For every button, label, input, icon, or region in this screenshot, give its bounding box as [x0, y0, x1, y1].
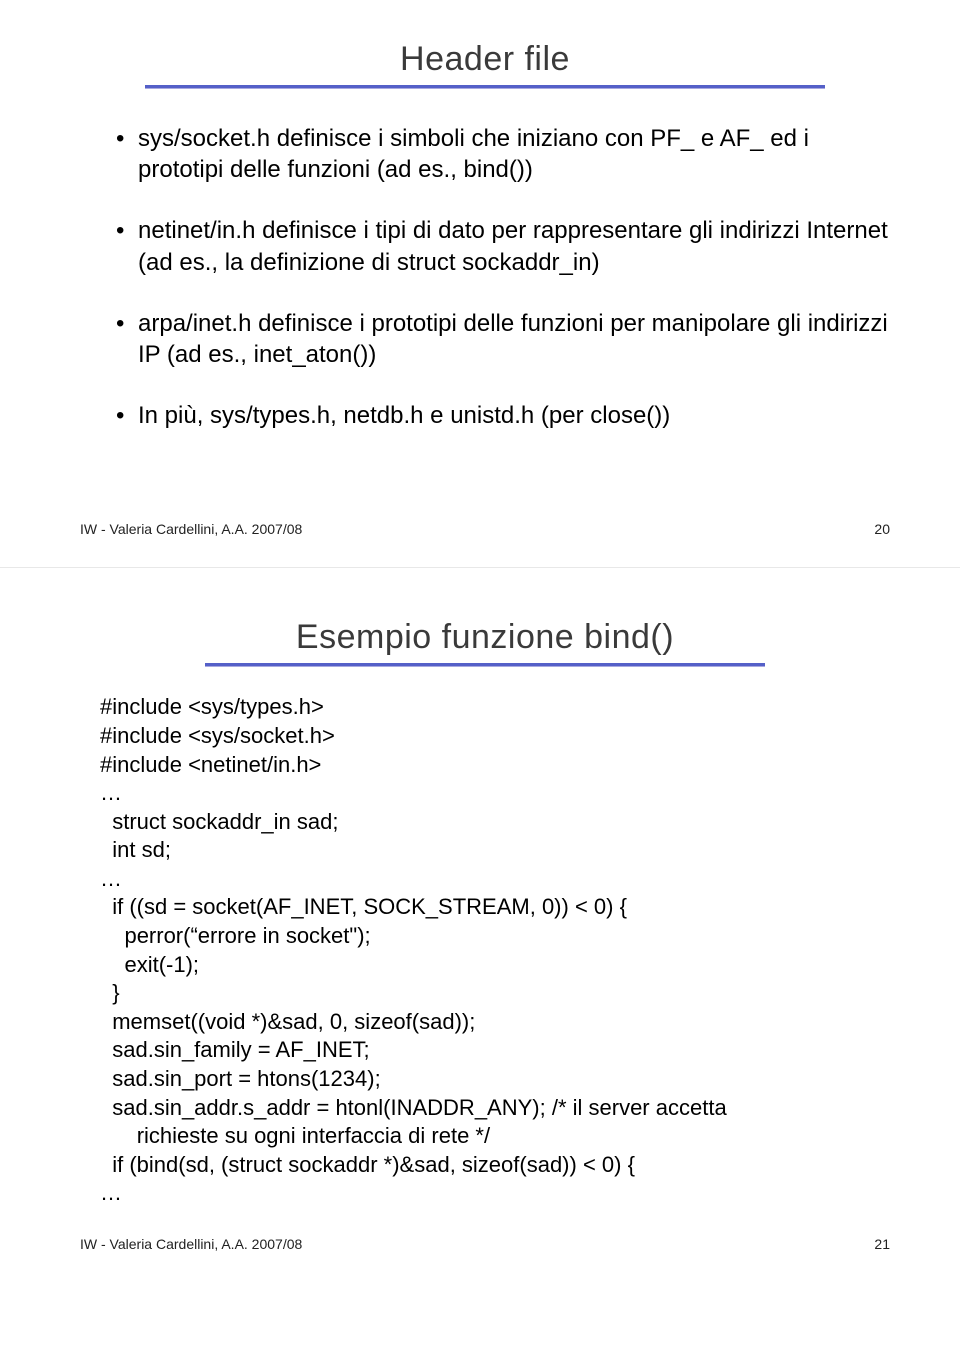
title-rule: [205, 663, 765, 667]
footer-author: IW - Valeria Cardellini, A.A. 2007/08: [80, 1236, 302, 1252]
slide-1: Header file sys/socket.h definisce i sim…: [0, 0, 960, 567]
footer-author: IW - Valeria Cardellini, A.A. 2007/08: [80, 521, 302, 537]
slide-1-title: Header file: [80, 40, 890, 79]
slide-2-title: Esempio funzione bind(): [80, 618, 890, 657]
footer-page-number: 20: [874, 521, 890, 537]
slide-1-footer: IW - Valeria Cardellini, A.A. 2007/08 20: [80, 521, 890, 537]
slide-2: Esempio funzione bind() #include <sys/ty…: [0, 568, 960, 1272]
bullet-item: sys/socket.h definisce i simboli che ini…: [116, 123, 890, 185]
page: Header file sys/socket.h definisce i sim…: [0, 0, 960, 1272]
slide-2-footer: IW - Valeria Cardellini, A.A. 2007/08 21: [80, 1236, 890, 1252]
slide-1-bullets: sys/socket.h definisce i simboli che ini…: [80, 123, 890, 431]
title-rule: [145, 85, 825, 89]
code-block: #include <sys/types.h> #include <sys/soc…: [80, 693, 890, 1208]
bullet-item: netinet/in.h definisce i tipi di dato pe…: [116, 215, 890, 277]
footer-page-number: 21: [874, 1236, 890, 1252]
bullet-item: In più, sys/types.h, netdb.h e unistd.h …: [116, 400, 890, 431]
bullet-item: arpa/inet.h definisce i prototipi delle …: [116, 308, 890, 370]
